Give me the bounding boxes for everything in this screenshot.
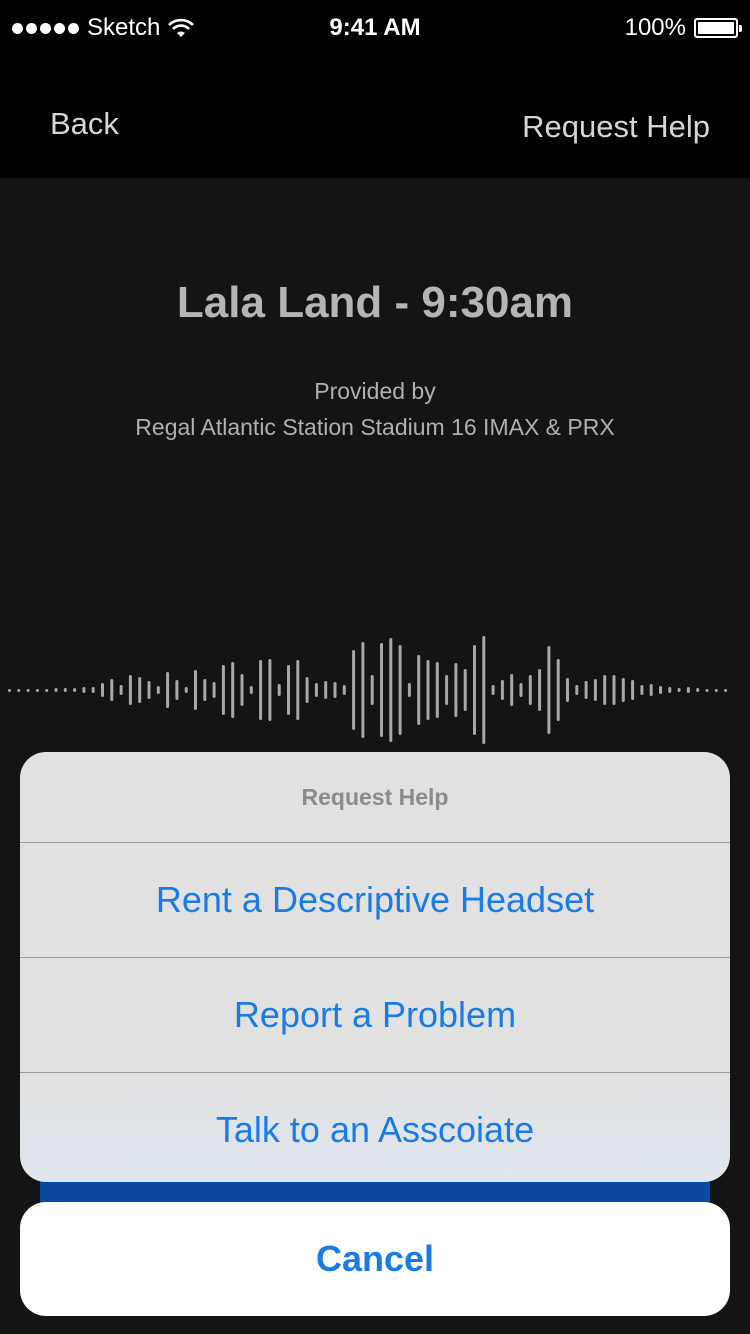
waveform-bar (156, 686, 160, 694)
waveform-bar (240, 674, 244, 706)
waveform-bar (500, 680, 504, 700)
waveform-bar (45, 689, 49, 692)
waveform-bar (305, 677, 309, 703)
waveform-bar (631, 680, 635, 700)
waveform-bar (35, 689, 39, 692)
waveform-bar (612, 675, 616, 705)
waveform-bar (296, 660, 300, 720)
rent-headset-option[interactable]: Rent a Descriptive Headset (20, 843, 730, 958)
waveform-bar (380, 643, 383, 737)
waveform-bar (8, 689, 11, 692)
action-sheet-title: Request Help (20, 752, 730, 843)
provided-by-label: Provided by (314, 378, 436, 404)
waveform-bar (166, 672, 170, 708)
waveform-bar (231, 662, 235, 718)
waveform-bar (314, 683, 318, 697)
waveform-bar (333, 682, 337, 698)
waveform-bar (575, 685, 579, 695)
movie-title: Lala Land - 9:30am (176, 278, 574, 327)
waveform-bar (287, 665, 290, 715)
waveform-bar (473, 645, 476, 735)
waveform-bar (566, 678, 569, 702)
waveform-bar (184, 687, 188, 693)
waveform-bar (417, 655, 421, 725)
audio-waveform (8, 636, 728, 744)
battery-percent: 100% (624, 14, 686, 41)
waveform-bar (73, 688, 77, 692)
waveform-bar (324, 681, 328, 699)
waveform-bar (203, 679, 207, 701)
waveform-bar (510, 674, 514, 706)
theater-name: Regal Atlantic Station Stadium 16 IMAX &… (135, 414, 615, 440)
waveform-bar (63, 688, 67, 692)
waveform-bar (603, 675, 607, 705)
waveform-bar (17, 689, 21, 692)
waveform-bar (389, 638, 393, 742)
waveform-bar (54, 688, 58, 692)
waveform-bar (249, 686, 253, 694)
waveform-bar (519, 683, 523, 697)
waveform-bar (686, 687, 690, 693)
waveform-bar (128, 675, 132, 705)
waveform-bar (268, 659, 272, 721)
waveform-bar (352, 650, 356, 730)
waveform-bar (101, 683, 104, 697)
status-bar: Sketch 9:41 AM 100% (0, 0, 750, 56)
waveform-bar (342, 685, 346, 695)
waveform-bar (119, 685, 123, 695)
waveform-bar (528, 675, 532, 705)
waveform-bar (426, 660, 430, 720)
waveform-bar (82, 687, 86, 693)
waveform-bar (621, 678, 625, 702)
cancel-button[interactable]: Cancel (20, 1202, 730, 1316)
waveform-bar (696, 688, 700, 692)
waveform-bar (677, 688, 681, 692)
talk-to-associate-option[interactable]: Talk to an Asscoiate (20, 1073, 730, 1182)
waveform-bar (110, 679, 114, 701)
status-right: 100% (624, 14, 742, 42)
waveform-bar (724, 689, 728, 692)
waveform-bar (91, 687, 95, 693)
waveform-bar (212, 682, 216, 698)
report-problem-option[interactable]: Report a Problem (20, 958, 730, 1073)
waveform-bar (668, 687, 672, 693)
waveform-bar (407, 683, 411, 697)
waveform-bar (584, 681, 588, 699)
waveform-bar (714, 689, 718, 692)
back-button[interactable]: Back (50, 106, 119, 142)
battery-icon (694, 18, 742, 38)
waveform-bar (649, 684, 653, 696)
waveform-bar (593, 679, 597, 701)
request-help-button[interactable]: Request Help (522, 109, 710, 145)
action-sheet: Request Help Rent a Descriptive Headset … (20, 752, 730, 1182)
waveform-bar (482, 636, 486, 744)
waveform-bar (147, 681, 151, 699)
waveform-bar (435, 662, 439, 718)
waveform-bar (547, 646, 551, 734)
waveform-bar (361, 642, 365, 738)
waveform-bar (640, 685, 644, 695)
waveform-bar (221, 665, 225, 715)
waveform-bar (138, 677, 142, 703)
waveform-bar (659, 686, 662, 694)
waveform-bar (26, 689, 30, 692)
waveform-bar (194, 670, 197, 710)
waveform-bar (259, 660, 263, 720)
waveform-bar (705, 689, 709, 692)
nav-bar: Back Request Help (0, 56, 750, 178)
waveform-bar (277, 684, 281, 696)
waveform-bar (445, 675, 449, 705)
waveform-bar (556, 659, 560, 721)
waveform-bar (454, 663, 458, 717)
waveform-bar (370, 675, 374, 705)
waveform-bar (491, 685, 495, 695)
waveform-bar (538, 669, 542, 711)
waveform-bar (463, 669, 467, 711)
waveform-bar (398, 645, 402, 735)
waveform-bar (175, 680, 179, 700)
